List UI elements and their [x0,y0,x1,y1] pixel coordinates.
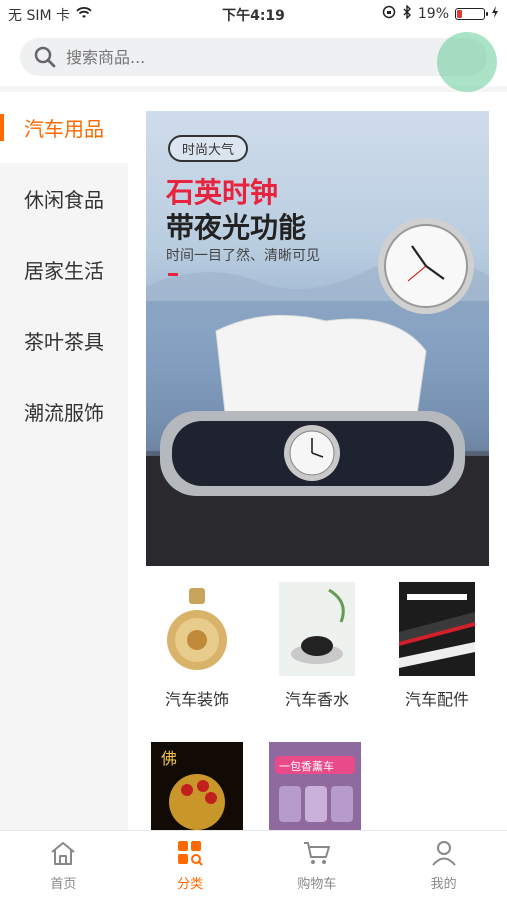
status-bar: 无 SIM 卡 下午4:19 19% [0,0,507,28]
search-icon [26,45,64,69]
sidebar-item-label: 休闲食品 [24,188,104,212]
banner-headline: 带夜光功能 [166,211,307,244]
banner-accent-mark [168,273,178,276]
battery-percent: 19% [417,6,449,22]
banner-headline-red: 石英时钟 [166,176,279,209]
sidebar-item-label: 潮流服饰 [24,401,104,425]
sidebar-item-label: 居家生活 [24,259,104,283]
search-bar [0,28,507,92]
sidebar-item-label: 茶叶茶具 [24,330,104,354]
home-icon [49,840,77,870]
thumb-text: 一包香薰车 [279,759,334,773]
status-right: 19% [382,4,499,23]
battery-icon [455,8,488,20]
subcategory-car-perfume[interactable]: 汽车香水 [262,582,372,710]
subcategory-item-4[interactable]: 佛 [142,742,252,830]
rotation-lock-icon [382,5,396,23]
touch-indicator [437,32,497,92]
charging-icon [491,6,499,22]
subcategory-label: 汽车配件 [404,690,469,709]
sidebar-item-fashion[interactable]: 潮流服饰 [0,376,128,447]
battery-fill [457,10,462,18]
tab-label: 首页 [50,877,77,892]
ornament-image: 佛 [151,742,243,830]
promo-banner[interactable]: 时尚大气 石英时钟 带夜光功能 时间一目了然、清晰可见 [146,111,489,566]
subcategory-label: 汽车装饰 [164,690,229,709]
tab-label: 购物车 [297,877,337,892]
thumb-text: 佛 [161,749,177,768]
subcategory-car-parts[interactable]: 汽车配件 [382,582,492,710]
sidebar-item-label: 汽车用品 [24,117,104,141]
tab-label: 分类 [177,877,204,892]
subcategory-item-5[interactable]: 一包香薰车 [260,742,370,830]
bluetooth-icon [402,4,412,23]
tab-profile[interactable]: 我的 [380,831,507,901]
category-grid-icon [176,840,204,870]
tab-category[interactable]: 分类 [127,831,254,901]
sidebar-item-car-supplies[interactable]: 汽车用品 [0,92,128,163]
tab-home[interactable]: 首页 [0,831,127,901]
air-freshener-image [279,582,355,676]
banner-subline: 时间一目了然、清晰可见 [166,248,320,264]
category-sidebar: 汽车用品 休闲食品 居家生活 茶叶茶具 潮流服饰 [0,92,128,830]
banner-tag: 时尚大气 [168,135,249,162]
search-input[interactable] [64,46,448,68]
tab-cart[interactable]: 购物车 [254,831,381,901]
tab-label: 我的 [430,877,457,892]
sidebar-item-home-living[interactable]: 居家生活 [0,234,128,305]
cart-icon [302,840,332,870]
perfume-bottle-image [159,582,235,676]
door-sill-image [399,582,475,676]
sidebar-item-tea[interactable]: 茶叶茶具 [0,305,128,376]
user-icon [431,840,457,870]
category-content: 时尚大气 石英时钟 带夜光功能 时间一目了然、清晰可见 汽车装饰 汽车香水 汽车… [128,92,507,830]
subcategory-label: 汽车香水 [284,690,349,709]
search-box[interactable] [20,38,487,76]
sachet-image: 一包香薰车 [269,742,361,830]
subcategory-car-decoration[interactable]: 汽车装饰 [142,582,252,710]
sidebar-item-snacks[interactable]: 休闲食品 [0,163,128,234]
bottom-tab-bar: 首页 分类 购物车 我的 [0,830,507,901]
